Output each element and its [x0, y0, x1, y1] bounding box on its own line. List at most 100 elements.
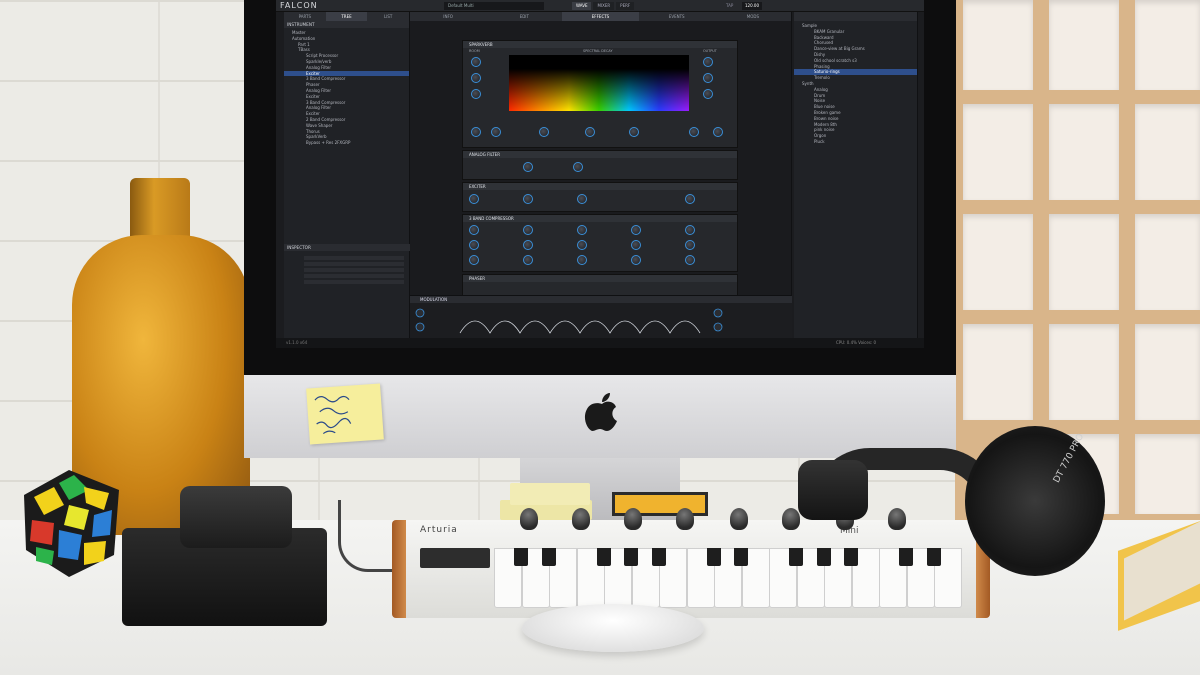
start-knob[interactable]	[689, 127, 699, 137]
compressor-knob[interactable]	[631, 240, 641, 250]
damp-knob[interactable]	[629, 127, 639, 137]
compressor-knob[interactable]	[523, 255, 533, 265]
compressor-knob[interactable]	[523, 240, 533, 250]
size-knob[interactable]	[471, 57, 481, 67]
resonance-knob[interactable]	[573, 162, 583, 172]
rolloff-knob[interactable]	[703, 89, 713, 99]
left-tabs: PARTS TREE LIST	[284, 12, 409, 21]
compressor-knob[interactable]	[469, 225, 479, 235]
handwritten-sticky-note	[306, 383, 384, 445]
keyboard-wood-side-left	[392, 520, 406, 618]
compressor-knob[interactable]	[469, 240, 479, 250]
tab-info[interactable]: INFO	[410, 12, 486, 21]
tab-edit[interactable]: EDIT	[486, 12, 562, 21]
sparkverb-module: SPARKVERB ROOM SPECTRAL DECAY OUTPUT	[462, 40, 738, 148]
compressor-knob[interactable]	[577, 255, 587, 265]
crossover-knob[interactable]	[539, 127, 549, 137]
tab-perf[interactable]: PERF	[616, 2, 635, 10]
compressor-knob[interactable]	[577, 240, 587, 250]
sparkverb-title: SPARKVERB	[463, 41, 737, 48]
instrument-panel: PARTS TREE LIST INSTRUMENT Master Automat…	[284, 12, 410, 338]
compressor-knob[interactable]	[685, 240, 695, 250]
keyboard-knob	[624, 508, 642, 530]
sticky-pad-top	[510, 483, 590, 505]
compressor-knob[interactable]	[685, 255, 695, 265]
depth-knob[interactable]	[471, 127, 481, 137]
black-key	[541, 548, 556, 566]
shape-knob[interactable]	[471, 73, 481, 83]
compressor-knob[interactable]	[685, 225, 695, 235]
browser-panel: Sample BKAM Granular Backward Chorused Dance…	[794, 12, 918, 338]
puzzle-cube-icon	[24, 470, 119, 577]
black-key	[706, 548, 721, 566]
black-key	[816, 548, 831, 566]
tab-tree[interactable]: TREE	[325, 12, 368, 21]
compressor-knob[interactable]	[631, 225, 641, 235]
width-knob[interactable]	[703, 73, 713, 83]
mix-knob[interactable]	[703, 57, 713, 67]
output-gain-knob[interactable]	[685, 194, 695, 204]
keyboard-pads	[420, 548, 490, 568]
keyboard-knob	[676, 508, 694, 530]
phaser-module: PHASER	[462, 274, 738, 296]
exciter-title: EXCITER	[463, 183, 737, 190]
decay-knob[interactable]	[585, 127, 595, 137]
compressor-knob[interactable]	[523, 225, 533, 235]
input-gain-knob[interactable]	[469, 194, 479, 204]
modulation-title: MODULATION	[410, 296, 792, 303]
black-key	[514, 548, 528, 566]
rate-knob[interactable]	[491, 127, 501, 137]
cable	[338, 500, 398, 572]
app-logo: FALCON	[280, 1, 318, 10]
compressor-knob[interactable]	[469, 255, 479, 265]
compressor-title: 3 BAND COMPRESSOR	[463, 215, 737, 222]
modulation-strip: MODULATION	[410, 295, 792, 339]
headphones-cup-right	[965, 426, 1105, 576]
tab-mixer[interactable]: MIXER	[593, 2, 615, 10]
tab-mods[interactable]: MODS	[715, 12, 791, 21]
amount-knob[interactable]	[713, 127, 723, 137]
output-label: OUTPUT	[703, 49, 717, 53]
tab-list[interactable]: LIST	[367, 12, 409, 21]
compressor-knob[interactable]	[631, 255, 641, 265]
exciter-module: EXCITER	[462, 182, 738, 212]
tab-effects[interactable]: EFFECTS	[562, 12, 639, 21]
tap-tempo-button[interactable]: TAP	[726, 2, 733, 10]
inspector-rows	[304, 254, 404, 286]
foot-pedal	[180, 486, 292, 548]
cpu-voices-label: CPU: 0.4% Voices: 0	[836, 340, 877, 345]
compressor-knob[interactable]	[577, 225, 587, 235]
effects-panel: INFO EDIT EFFECTS EVENTS MODS SPARKVERB …	[410, 12, 792, 338]
browser-item[interactable]: Pluck	[794, 139, 917, 145]
spectral-decay-label: SPECTRAL DECAY	[583, 49, 613, 53]
tree-item[interactable]: Bypass + Res 2FXGRP	[284, 140, 409, 146]
analog-filter-module: ANALOG FILTER	[462, 150, 738, 180]
browser-tree: Sample BKAM Granular Backward Chorused Dance…	[794, 21, 917, 145]
tab-parts[interactable]: PARTS	[284, 12, 326, 21]
inspector-section: INSPECTOR	[284, 244, 410, 251]
black-key	[734, 548, 748, 566]
top-bar: FALCON Default Multi WAVE MIXER PERF TAP…	[276, 0, 924, 12]
phaser-title: PHASER	[463, 275, 737, 282]
browser-tabs	[794, 12, 917, 21]
headphones-cup-left	[798, 460, 868, 520]
keyboard-knob	[888, 508, 906, 530]
tempo-field[interactable]: 120.00	[742, 2, 762, 10]
black-key	[899, 548, 913, 566]
magic-mouse	[522, 604, 704, 652]
exciter-amount-knob[interactable]	[523, 194, 533, 204]
mid-tabs: INFO EDIT EFFECTS EVENTS MODS	[410, 12, 791, 21]
apple-logo-icon	[584, 393, 617, 431]
envelope-graph	[410, 303, 792, 339]
cutoff-knob[interactable]	[523, 162, 533, 172]
tab-wave[interactable]: WAVE	[572, 2, 592, 10]
room-label: ROOM	[469, 49, 480, 53]
black-key	[844, 548, 858, 566]
tab-events[interactable]: EVENTS	[639, 12, 715, 21]
preset-selector[interactable]: Default Multi	[444, 2, 544, 10]
predelay-knob[interactable]	[471, 89, 481, 99]
keyboard-knob	[730, 508, 748, 530]
exciter-mix-knob[interactable]	[577, 194, 587, 204]
keyboard-knob	[572, 508, 590, 530]
keyboard-knob	[520, 508, 538, 530]
